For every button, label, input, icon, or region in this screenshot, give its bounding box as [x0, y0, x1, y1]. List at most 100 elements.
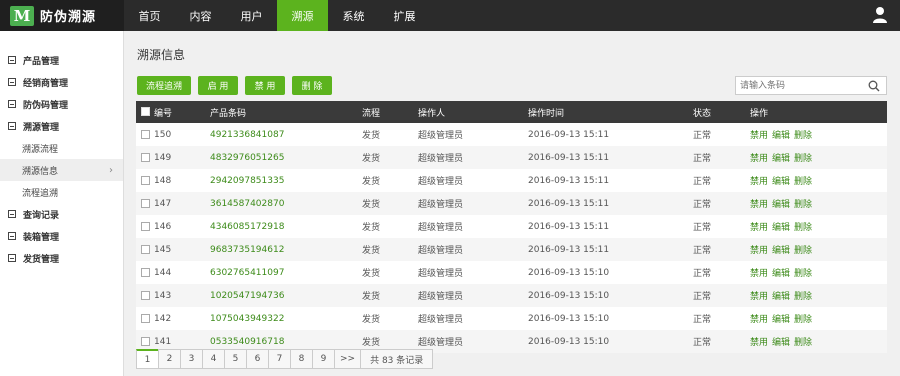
- nav-users[interactable]: 用户: [226, 0, 277, 31]
- cell-actions: 禁用 编辑 删除: [750, 238, 887, 261]
- disable-link[interactable]: 禁用: [750, 269, 768, 279]
- delete-link[interactable]: 删除: [794, 200, 812, 210]
- row-checkbox[interactable]: [141, 290, 150, 300]
- delete-link[interactable]: 删除: [794, 177, 812, 187]
- delete-link[interactable]: 删除: [794, 315, 812, 325]
- cell-code[interactable]: 2942097851335: [210, 169, 362, 192]
- delete-link[interactable]: 删除: [794, 269, 812, 279]
- row-checkbox[interactable]: [141, 244, 150, 254]
- cell-code[interactable]: 4921336841087: [210, 123, 362, 146]
- col-id: 编号: [154, 108, 173, 119]
- disable-link[interactable]: 禁用: [750, 200, 768, 210]
- sidebar-subitem-trace-flow[interactable]: 溯源流程: [0, 137, 123, 159]
- cell-id: 147: [154, 198, 172, 209]
- user-icon[interactable]: [872, 6, 888, 24]
- sidebar-item-trace[interactable]: 溯源管理: [0, 115, 123, 137]
- nav-content[interactable]: 内容: [175, 0, 226, 31]
- delete-link[interactable]: 删除: [794, 246, 812, 256]
- page-8[interactable]: 8: [290, 349, 313, 369]
- logo[interactable]: M 防伪溯源: [0, 0, 124, 31]
- page-1[interactable]: 1: [136, 349, 159, 369]
- cell-code[interactable]: 1075043949322: [210, 307, 362, 330]
- page-5[interactable]: 5: [224, 349, 247, 369]
- disable-link[interactable]: 禁用: [750, 223, 768, 233]
- edit-link[interactable]: 编辑: [772, 269, 790, 279]
- delete-link[interactable]: 删除: [794, 338, 812, 348]
- page-6[interactable]: 6: [246, 349, 269, 369]
- nav-trace[interactable]: 溯源: [277, 0, 328, 31]
- page-9[interactable]: 9: [312, 349, 335, 369]
- row-checkbox[interactable]: [141, 198, 150, 208]
- edit-link[interactable]: 编辑: [772, 315, 790, 325]
- cell-flow: 发货: [362, 131, 381, 141]
- delete-link[interactable]: 删除: [794, 131, 812, 141]
- delete-link[interactable]: 删除: [794, 154, 812, 164]
- page-title: 溯源信息: [137, 48, 186, 62]
- disable-link[interactable]: 禁用: [750, 131, 768, 141]
- disable-link[interactable]: 禁用: [750, 246, 768, 256]
- trace-button[interactable]: 流程追溯: [137, 76, 191, 95]
- cell-code[interactable]: 6302765411097: [210, 261, 362, 284]
- page-2[interactable]: 2: [158, 349, 181, 369]
- sidebar-item-queries[interactable]: 查询记录: [0, 203, 123, 225]
- collapse-icon: [8, 122, 16, 130]
- search-input[interactable]: [736, 77, 864, 94]
- sidebar-item-products[interactable]: 产品管理: [0, 49, 123, 71]
- edit-link[interactable]: 编辑: [772, 338, 790, 348]
- enable-button[interactable]: 启 用: [198, 76, 238, 95]
- disable-link[interactable]: 禁用: [750, 154, 768, 164]
- nav-system[interactable]: 系统: [328, 0, 379, 31]
- edit-link[interactable]: 编辑: [772, 200, 790, 210]
- sidebar-subitem-trace-info[interactable]: 溯源信息 ›: [0, 159, 123, 181]
- page-4[interactable]: 4: [202, 349, 225, 369]
- edit-link[interactable]: 编辑: [772, 154, 790, 164]
- cell-code[interactable]: 1020547194736: [210, 284, 362, 307]
- sidebar-subitem-flow-trace[interactable]: 流程追溯: [0, 181, 123, 203]
- cell-code[interactable]: 4832976051265: [210, 146, 362, 169]
- disable-link[interactable]: 禁用: [750, 292, 768, 302]
- cell-time: 2016-09-13 15:11: [528, 221, 610, 232]
- edit-link[interactable]: 编辑: [772, 246, 790, 256]
- sidebar-item-label: 产品管理: [23, 56, 60, 67]
- sidebar-item-packing[interactable]: 装箱管理: [0, 225, 123, 247]
- page-3[interactable]: 3: [180, 349, 203, 369]
- cell-status: 正常: [693, 223, 712, 233]
- delete-button[interactable]: 删 除: [292, 76, 332, 95]
- edit-link[interactable]: 编辑: [772, 223, 790, 233]
- row-checkbox[interactable]: [141, 336, 150, 346]
- disable-link[interactable]: 禁用: [750, 315, 768, 325]
- sidebar-item-label: 溯源管理: [23, 122, 60, 133]
- edit-link[interactable]: 编辑: [772, 131, 790, 141]
- sidebar-item-codes[interactable]: 防伪码管理: [0, 93, 123, 115]
- next-page-button[interactable]: >>: [334, 349, 362, 369]
- cell-id: 143: [154, 290, 172, 301]
- row-checkbox[interactable]: [141, 152, 150, 162]
- table-row: 149 4832976051265 发货 超级管理员 2016-09-13 15:11 正…: [136, 146, 887, 169]
- page-7[interactable]: 7: [268, 349, 291, 369]
- cell-operator: 超级管理员: [418, 177, 464, 187]
- delete-link[interactable]: 删除: [794, 292, 812, 302]
- cell-code[interactable]: 4346085172918: [210, 215, 362, 238]
- nav-extend[interactable]: 扩展: [379, 0, 430, 31]
- row-checkbox[interactable]: [141, 175, 150, 185]
- chevron-right-icon: ›: [109, 164, 113, 176]
- cell-operator: 超级管理员: [418, 200, 464, 210]
- edit-link[interactable]: 编辑: [772, 177, 790, 187]
- row-checkbox[interactable]: [141, 267, 150, 277]
- sidebar-item-dealers[interactable]: 经销商管理: [0, 71, 123, 93]
- disable-link[interactable]: 禁用: [750, 338, 768, 348]
- select-all-checkbox[interactable]: [141, 107, 150, 116]
- row-checkbox[interactable]: [141, 313, 150, 323]
- disable-link[interactable]: 禁用: [750, 177, 768, 187]
- sidebar-item-label: 溯源信息: [22, 166, 59, 177]
- row-checkbox[interactable]: [141, 129, 150, 139]
- search-icon[interactable]: [868, 80, 880, 92]
- nav-home[interactable]: 首页: [124, 0, 175, 31]
- disable-button[interactable]: 禁 用: [245, 76, 285, 95]
- sidebar-item-shipping[interactable]: 发货管理: [0, 247, 123, 269]
- cell-code[interactable]: 9683735194612: [210, 238, 362, 261]
- row-checkbox[interactable]: [141, 221, 150, 231]
- edit-link[interactable]: 编辑: [772, 292, 790, 302]
- cell-code[interactable]: 3614587402870: [210, 192, 362, 215]
- delete-link[interactable]: 删除: [794, 223, 812, 233]
